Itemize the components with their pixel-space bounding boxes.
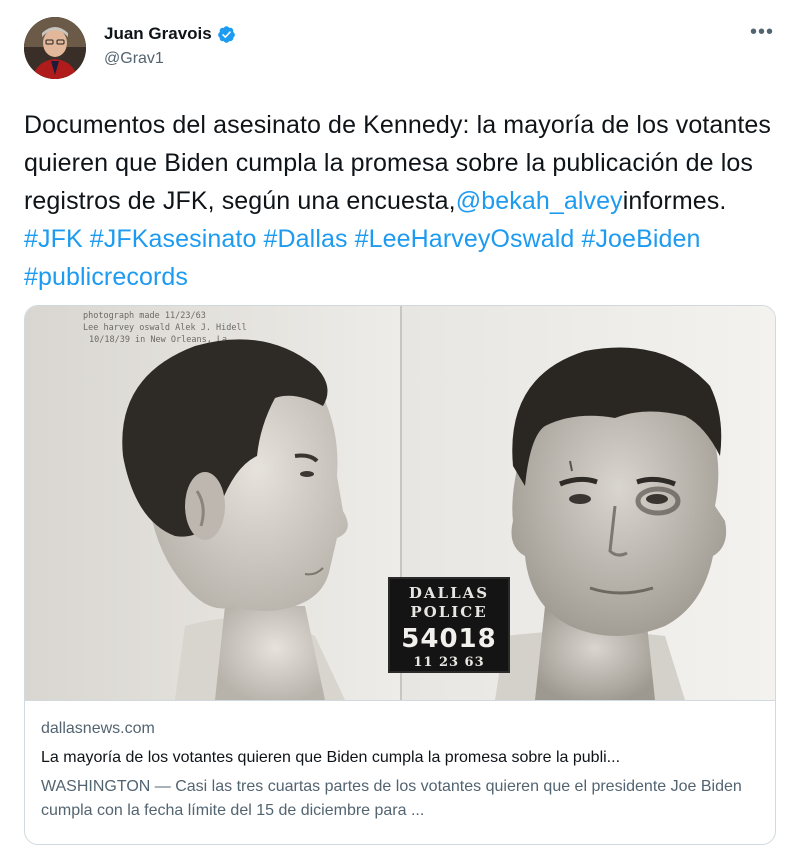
author-name[interactable]: Juan Gravois [104, 24, 212, 44]
author-handle[interactable]: @Grav1 [104, 50, 236, 68]
author-avatar[interactable] [24, 17, 86, 79]
tweet-text: Documentos del asesinato de Kennedy: la … [24, 106, 784, 296]
hashtag-link[interactable]: #LeeHarveyOswald [355, 225, 575, 253]
tweet-body-continued: informes. [622, 187, 727, 215]
card-body[interactable]: dallasnews.com La mayoría de los votante… [25, 700, 775, 844]
hashtag-link[interactable]: #publicrecords [24, 263, 188, 291]
verified-badge-icon [217, 25, 235, 43]
more-options-icon[interactable]: ••• [750, 22, 774, 42]
typed-line-2: Lee harvey oswald Alek J. Hidell [83, 323, 247, 333]
hashtag-link[interactable]: #JFK [24, 225, 83, 253]
card-description: WASHINGTON — Casi las tres cuartas parte… [41, 778, 742, 819]
author-name-row: Juan Gravois [104, 24, 236, 44]
card-image[interactable]: photograph made 11/23/63 Lee harvey oswa… [25, 306, 775, 700]
placard-line-2: POLICE [410, 603, 487, 621]
typed-line-1: photograph made 11/23/63 [83, 311, 206, 321]
hashtag-link[interactable]: #JoeBiden [581, 225, 700, 253]
placard-line-1: DALLAS [409, 584, 489, 602]
profile-photo [24, 17, 86, 79]
author-info: Juan Gravois @Grav1 [104, 24, 236, 68]
hashtag-link[interactable]: #Dallas [264, 225, 348, 253]
card-title: La mayoría de los votantes quieren que B… [41, 749, 621, 766]
mugshot-photo: photograph made 11/23/63 Lee harvey oswa… [25, 306, 775, 700]
mention-link[interactable]: @bekah_alvey [456, 187, 623, 215]
police-placard: DALLAS POLICE 54018 11 23 63 [388, 577, 510, 673]
link-preview-card[interactable]: photograph made 11/23/63 Lee harvey oswa… [24, 305, 776, 845]
card-domain: dallasnews.com [41, 720, 155, 737]
hashtag-link[interactable]: #JFKasesinato [90, 225, 257, 253]
placard-date: 11 23 63 [413, 655, 484, 670]
placard-number: 54018 [401, 624, 496, 654]
